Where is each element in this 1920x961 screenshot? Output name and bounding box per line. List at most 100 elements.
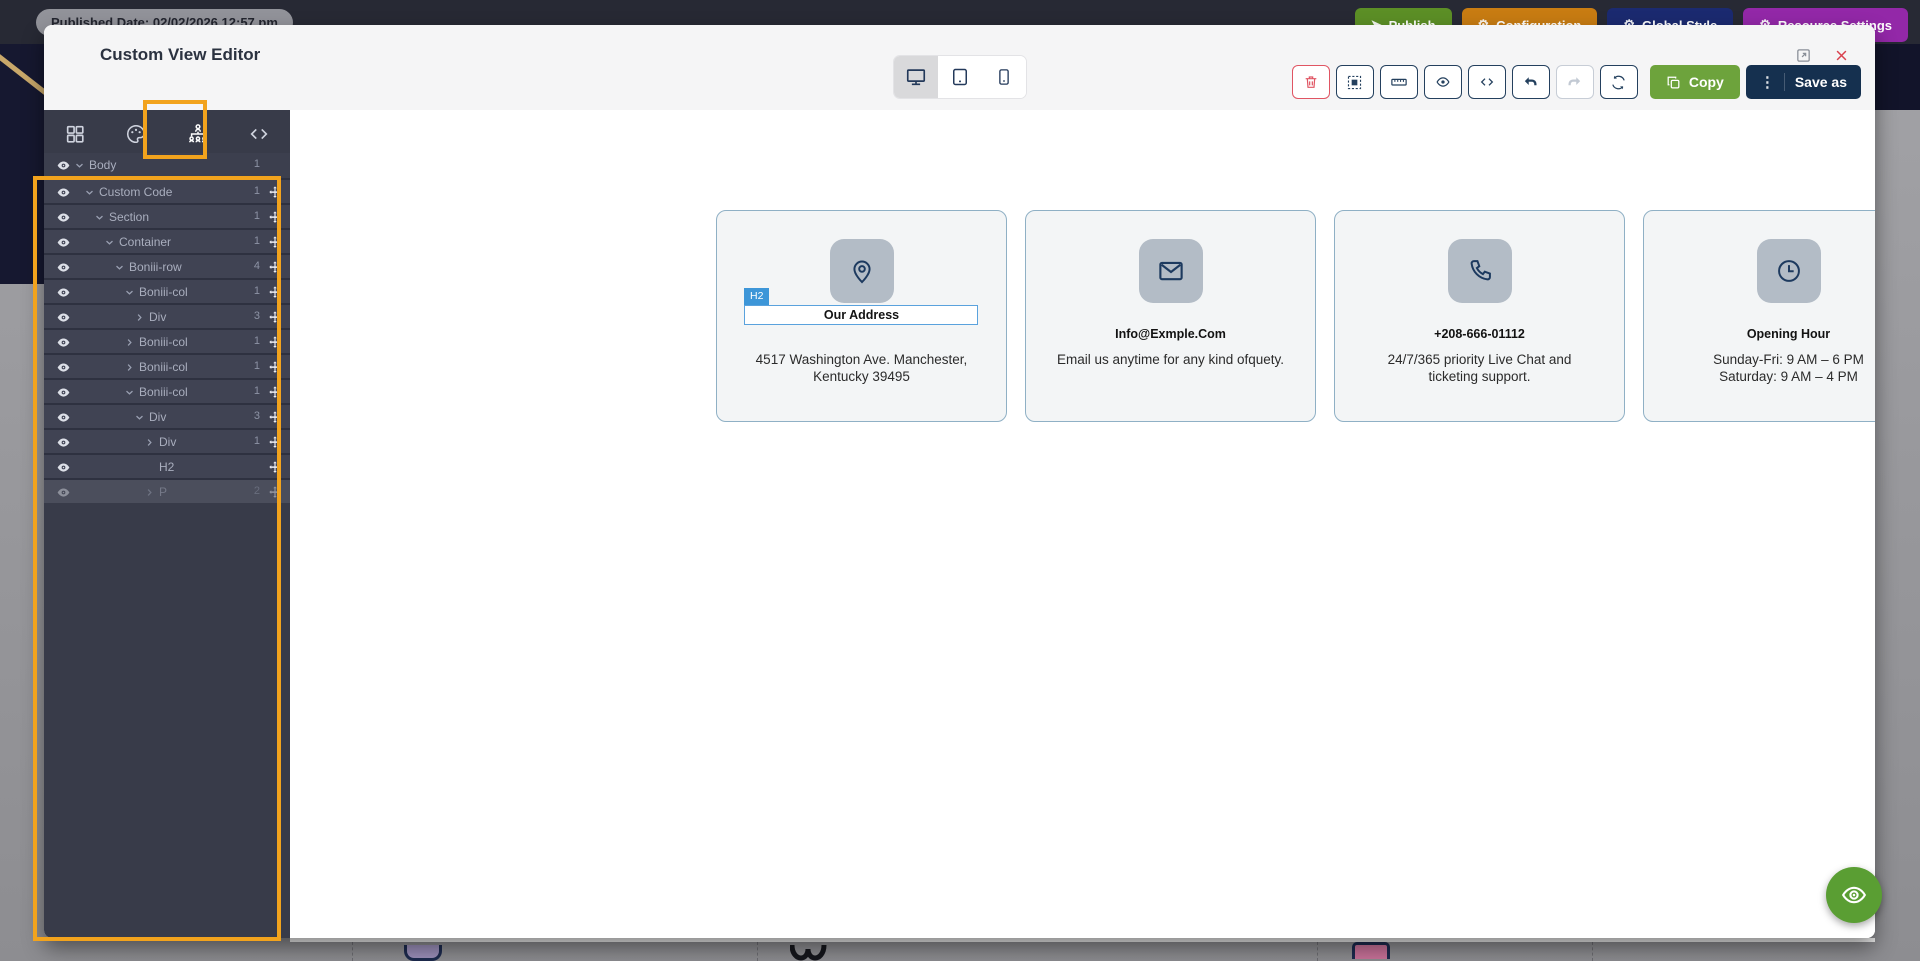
visibility-eye-icon[interactable] (56, 335, 71, 350)
move-handle-icon[interactable] (268, 210, 282, 224)
tree-item-count: 1 (253, 385, 260, 397)
card-body[interactable]: 4517 Washington Ave. Manchester, Kentuck… (717, 351, 1006, 385)
visibility-eye-icon[interactable] (56, 460, 71, 475)
contact-card-email[interactable]: Info@Exmple.Com Email us anytime for any… (1025, 210, 1316, 422)
chevron-down-icon[interactable] (123, 286, 136, 299)
chevron-right-icon[interactable] (143, 486, 156, 499)
move-handle-icon[interactable] (268, 260, 282, 274)
tree-row-div[interactable]: Div 3 (44, 303, 290, 328)
visibility-eye-icon[interactable] (56, 210, 71, 225)
tree-row-boniii-row[interactable]: Boniii-row 4 (44, 253, 290, 278)
visibility-eye-icon[interactable] (56, 435, 71, 450)
move-handle-icon[interactable] (268, 185, 282, 199)
visibility-eye-icon[interactable] (56, 310, 71, 325)
expand-button[interactable] (1795, 47, 1812, 64)
ruler-button[interactable] (1379, 65, 1418, 99)
chevron-down-icon[interactable] (113, 261, 126, 274)
eye-circle-icon (1436, 77, 1450, 87)
tab-blocks[interactable] (58, 117, 92, 151)
move-handle-icon[interactable] (268, 485, 282, 499)
chevron-right-icon[interactable] (123, 361, 136, 374)
visibility-eye-icon[interactable] (56, 410, 71, 425)
background-white-edge (290, 938, 1875, 942)
chevron-right-icon[interactable] (143, 436, 156, 449)
tree-row-boniii-col[interactable]: Boniii-col 1 (44, 378, 290, 403)
visibility-eye-icon[interactable] (56, 260, 71, 275)
device-tab-tablet[interactable] (937, 56, 982, 98)
card-body[interactable]: Sunday-Fri: 9 AM – 6 PM Saturday: 9 AM –… (1644, 351, 1875, 385)
tree-row-section[interactable]: Section 1 (44, 203, 290, 228)
chevron-down-icon[interactable] (103, 236, 116, 249)
contact-card-phone[interactable]: +208-666-01112 24/7/365 priority Live Ch… (1334, 210, 1625, 422)
preview-toggle-button[interactable] (1826, 867, 1882, 923)
move-handle-icon[interactable] (268, 410, 282, 424)
contact-card-hours[interactable]: Opening Hour Sunday-Fri: 9 AM – 6 PM Sat… (1643, 210, 1875, 422)
chevron-down-icon[interactable] (73, 159, 86, 172)
visibility-eye-icon[interactable] (56, 235, 71, 250)
tree-item-label: Div (149, 410, 167, 424)
device-tab-mobile[interactable] (981, 56, 1026, 98)
device-tab-desktop[interactable] (893, 56, 938, 98)
visibility-eye-icon[interactable] (56, 485, 71, 500)
tree-row-custom-code[interactable]: Custom Code 1 (44, 178, 290, 203)
tree-item-label: Div (159, 435, 177, 449)
tree-row-p[interactable]: P2 (44, 478, 290, 503)
move-handle-icon[interactable] (268, 335, 282, 349)
tree-row-container[interactable]: Container 1 (44, 228, 290, 253)
visibility-eye-icon[interactable] (56, 285, 71, 300)
tree-item-count: 2 (253, 485, 260, 497)
chevron-down-icon[interactable] (123, 386, 136, 399)
card-body[interactable]: 24/7/365 priority Live Chat and ticketin… (1335, 351, 1624, 385)
kebab-menu-icon[interactable]: ⋮ (1760, 73, 1785, 91)
tree-row-boniii-col[interactable]: Boniii-col 1 (44, 328, 290, 353)
tree-row-div[interactable]: Div 1 (44, 428, 290, 453)
visibility-eye-icon[interactable] (56, 185, 71, 200)
tree-row-h2[interactable]: H2 (44, 453, 290, 478)
close-button[interactable] (1834, 48, 1849, 63)
card-title[interactable]: Opening Hour (1644, 327, 1875, 341)
chevron-down-icon[interactable] (93, 211, 106, 224)
move-handle-icon[interactable] (268, 360, 282, 374)
preview-visibility-button[interactable] (1423, 65, 1462, 99)
tab-tree[interactable] (181, 117, 215, 151)
tree-row-boniii-col[interactable]: Boniii-col 1 (44, 353, 290, 378)
icon-square (1138, 239, 1203, 303)
move-handle-icon[interactable] (268, 235, 282, 249)
card-body[interactable]: Email us anytime for any kind ofquety. (1026, 351, 1315, 368)
visibility-eye-icon[interactable] (56, 385, 71, 400)
contact-card-address[interactable]: H2 Our Address 4517 Washington Ave. Manc… (716, 210, 1007, 422)
chevron-right-icon[interactable] (133, 311, 146, 324)
move-handle-icon[interactable] (268, 460, 282, 474)
tree-row-boniii-col[interactable]: Boniii-col 1 (44, 278, 290, 303)
move-handle-icon[interactable] (268, 285, 282, 299)
card-title[interactable]: Info@Exmple.Com (1026, 327, 1315, 341)
card-title[interactable]: +208-666-01112 (1335, 327, 1624, 341)
chevron-down-icon[interactable] (133, 411, 146, 424)
tab-code[interactable] (242, 117, 276, 151)
chevron-down-icon[interactable] (83, 186, 96, 199)
modal-header: Custom View Editor Copy ⋮ Save as (44, 25, 1875, 110)
code-view-button[interactable] (1467, 65, 1506, 99)
select-all-button[interactable] (1335, 65, 1374, 99)
save-as-button[interactable]: ⋮ Save as (1745, 65, 1861, 99)
move-handle-icon[interactable] (268, 435, 282, 449)
palette-icon (127, 124, 146, 144)
tab-styles[interactable] (119, 117, 153, 151)
visibility-eye-icon[interactable] (56, 158, 71, 173)
tree-row-body[interactable]: Body 1 (44, 153, 290, 178)
tree-row-div[interactable]: Div 3 (44, 403, 290, 428)
mobile-icon (998, 69, 1009, 85)
refresh-button[interactable] (1599, 65, 1638, 99)
card-title[interactable]: Our Address (717, 308, 1006, 322)
move-handle-icon[interactable] (268, 385, 282, 399)
copy-button[interactable]: Copy (1649, 65, 1740, 99)
visibility-eye-icon[interactable] (56, 360, 71, 375)
undo-button[interactable] (1511, 65, 1550, 99)
redo-button[interactable] (1555, 65, 1594, 99)
move-handle-icon[interactable] (268, 310, 282, 324)
delete-button[interactable] (1291, 65, 1330, 99)
trash-icon (1305, 76, 1317, 88)
chevron-right-icon[interactable] (123, 336, 136, 349)
tree-item-count: 3 (253, 410, 260, 422)
code-icon (1480, 78, 1494, 86)
